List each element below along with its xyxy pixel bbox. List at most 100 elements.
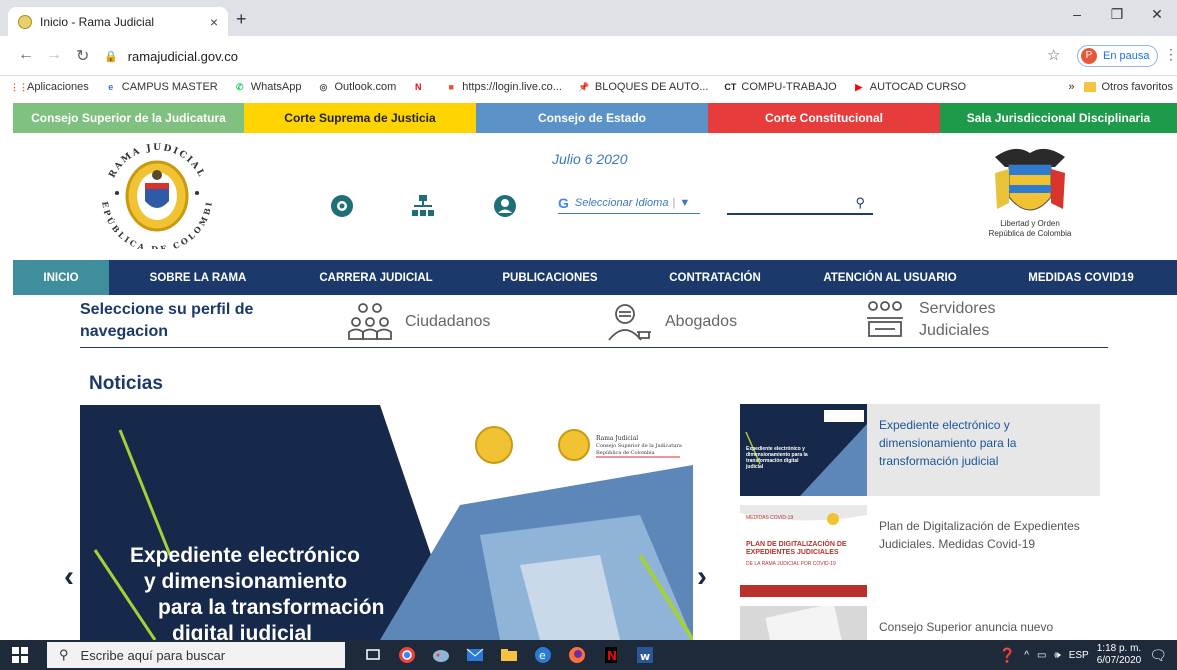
corp-link-corte-suprema[interactable]: Corte Suprema de Justicia	[244, 103, 476, 133]
bookmark-item[interactable]: 📌 BLOQUES DE AUTO...	[578, 81, 708, 93]
nav-item-atencion-usuario[interactable]: ATENCIÓN AL USUARIO	[795, 260, 985, 295]
nav-item-inicio[interactable]: INICIO	[13, 260, 109, 295]
other-bookmarks[interactable]: Otros favoritos	[1101, 81, 1173, 93]
news-link[interactable]: Plan de Digitalización de Expedientes Ju…	[879, 517, 1089, 553]
news-carousel[interactable]: Rama Judicial Consejo Superior de la Jud…	[80, 405, 693, 640]
browser-menu-icon[interactable]: ⋮	[1164, 46, 1177, 63]
news-list-item[interactable]: Expediente electrónico y dimensionamient…	[740, 404, 1100, 496]
search-icon[interactable]: ⚲	[855, 195, 865, 211]
site-search-input[interactable]: ⚲	[727, 193, 873, 215]
taskbar-clock[interactable]: 1:18 p. m. 6/07/2020	[1097, 643, 1142, 667]
search-icon: ⚲	[59, 647, 69, 662]
profile-option-abogados[interactable]: Abogados	[607, 302, 737, 342]
language-label: Seleccionar Idioma	[574, 196, 669, 209]
main-navigation: INICIO SOBRE LA RAMA CARRERA JUDICIAL PU…	[13, 260, 1177, 295]
profile-selector: Seleccione su perfil de navegacion Ciuda…	[0, 296, 1177, 352]
url-text: ramajudicial.gov.co	[127, 48, 239, 64]
mail-icon[interactable]	[458, 645, 492, 665]
bookmarks-more-icon[interactable]: »	[1068, 81, 1074, 93]
microsoft-icon: ■	[448, 82, 454, 92]
profile-option-ciudadanos[interactable]: Ciudadanos	[347, 302, 490, 342]
netflix-icon[interactable]: N	[594, 645, 628, 665]
sitemap-icon[interactable]	[411, 194, 435, 218]
forward-arrow-icon[interactable]: →	[46, 46, 62, 64]
browser-tab-active[interactable]: Inicio - Rama Judicial ×	[8, 7, 228, 36]
svg-text:w: w	[640, 650, 650, 663]
rama-judicial-seal-logo[interactable]: RAMA JUDICIAL REPÚBLICA DE COLOMBIA	[96, 139, 218, 249]
svg-text:Consejo Superior de la Judicat: Consejo Superior de la Judicatura	[596, 443, 682, 449]
bookmark-item[interactable]: ▶ AUTOCAD CURSO	[853, 81, 966, 93]
battery-icon[interactable]: ▭	[1037, 650, 1046, 661]
pin-icon: 📌	[578, 82, 590, 92]
profile-avatar: P	[1081, 48, 1097, 64]
windows-taskbar: ⚲ Escribe aquí para buscar e N w ❓ ^ ▭ 🕪…	[0, 640, 1177, 670]
carousel-next-arrow-icon[interactable]: ›	[697, 560, 707, 594]
news-list-item[interactable]: MEDIDAS COVID-19 PLAN DE DIGITALIZACIÓN …	[740, 505, 1100, 597]
corp-link-corte-constitucional[interactable]: Corte Constitucional	[708, 103, 940, 133]
taskbar-search-input[interactable]: ⚲ Escribe aquí para buscar	[47, 642, 345, 668]
news-link[interactable]: Expediente electrónico y dimensionamient…	[879, 416, 1089, 470]
corp-link-consejo-estado[interactable]: Consejo de Estado	[476, 103, 708, 133]
globe-icon: ◎	[319, 82, 328, 92]
svg-text:e: e	[539, 649, 546, 662]
profile-option-servidores[interactable]: Servidores Judiciales	[865, 298, 1029, 342]
volume-icon[interactable]: 🕪	[1054, 650, 1060, 661]
bookmark-item[interactable]: ✆ WhatsApp	[234, 81, 302, 93]
bookmark-item[interactable]: e CAMPUS MASTER	[105, 81, 217, 93]
edge-icon[interactable]: e	[526, 645, 560, 665]
nav-item-carrera-judicial[interactable]: CARRERA JUDICIAL	[287, 260, 465, 295]
tab-close-icon[interactable]: ×	[210, 14, 218, 30]
accessibility-eye-icon[interactable]	[330, 194, 354, 218]
bookmark-label: AUTOCAD CURSO	[869, 81, 967, 93]
bookmark-item[interactable]: ■ https://login.live.co...	[445, 81, 562, 93]
corp-link-sala-disciplinaria[interactable]: Sala Jurisdiccional Disciplinaria	[940, 103, 1177, 133]
bookmark-item[interactable]: ⋮⋮ Aplicaciones	[10, 81, 89, 93]
bookmark-label: WhatsApp	[250, 81, 302, 93]
carousel-headline: Expediente electrónico y dimensionamient…	[130, 544, 385, 640]
carousel-prev-arrow-icon[interactable]: ‹	[64, 560, 74, 594]
help-icon[interactable]: ❓	[999, 647, 1016, 664]
notifications-icon[interactable]: 🗨	[1149, 647, 1167, 664]
reload-icon[interactable]: ↻	[76, 46, 89, 66]
bookmark-item[interactable]: ◎ Outlook.com	[317, 81, 397, 93]
rama-judicial-favicon-icon	[18, 14, 32, 29]
profile-button[interactable]: P En pausa	[1077, 45, 1159, 67]
new-tab-button[interactable]: +	[236, 9, 247, 30]
close-window-button[interactable]: ✕	[1137, 0, 1177, 30]
language-selector[interactable]: G Seleccionar Idioma | ▼	[558, 192, 700, 214]
judicial-servants-icon	[867, 301, 903, 337]
user-account-icon[interactable]	[493, 194, 517, 218]
bookmarks-overflow: » Otros favoritos	[1068, 76, 1177, 98]
news-link[interactable]: Consejo Superior anuncia nuevo	[879, 618, 1089, 636]
divider	[80, 347, 1108, 348]
back-arrow-icon[interactable]: ←	[18, 46, 34, 64]
ct-icon: CT	[724, 82, 737, 92]
news-list-item[interactable]: Consejo Superior anuncia nuevo	[740, 606, 1100, 640]
tab-title: Inicio - Rama Judicial	[40, 14, 155, 29]
bookmark-label: https://login.live.co...	[462, 81, 562, 93]
file-explorer-icon[interactable]	[492, 645, 526, 665]
input-language[interactable]: ESP	[1069, 650, 1089, 661]
bookmark-star-icon[interactable]: ☆	[1047, 46, 1060, 64]
corp-link-consejo-superior[interactable]: Consejo Superior de la Judicatura	[13, 103, 244, 133]
nav-item-contratacion[interactable]: CONTRATACIÓN	[635, 260, 795, 295]
bookmark-item[interactable]: N	[412, 81, 429, 93]
windows-start-icon[interactable]	[12, 647, 28, 663]
word-icon[interactable]: w	[628, 645, 662, 665]
nav-item-publicaciones[interactable]: PUBLICACIONES	[465, 260, 635, 295]
firefox-icon[interactable]	[560, 645, 594, 665]
restore-button[interactable]: ❐	[1097, 0, 1137, 30]
nav-item-sobre-la-rama[interactable]: SOBRE LA RAMA	[109, 260, 287, 295]
paint-icon[interactable]	[424, 645, 458, 665]
nav-item-medidas-covid19[interactable]: MEDIDAS COVID19	[985, 260, 1177, 295]
address-bar[interactable]: 🔒 ramajudicial.gov.co	[104, 44, 1164, 68]
minimize-button[interactable]: –	[1057, 0, 1097, 30]
chevron-up-icon[interactable]: ^	[1024, 650, 1029, 661]
profile-status: En pausa	[1103, 50, 1150, 62]
chrome-icon[interactable]	[390, 645, 424, 665]
bookmark-item[interactable]: CT COMPU-TRABAJO	[724, 81, 836, 93]
news-thumbnail	[740, 606, 867, 640]
citizens-group-icon	[348, 303, 392, 340]
taskbar-apps: e N w	[356, 645, 662, 665]
task-view-icon[interactable]	[356, 645, 390, 665]
